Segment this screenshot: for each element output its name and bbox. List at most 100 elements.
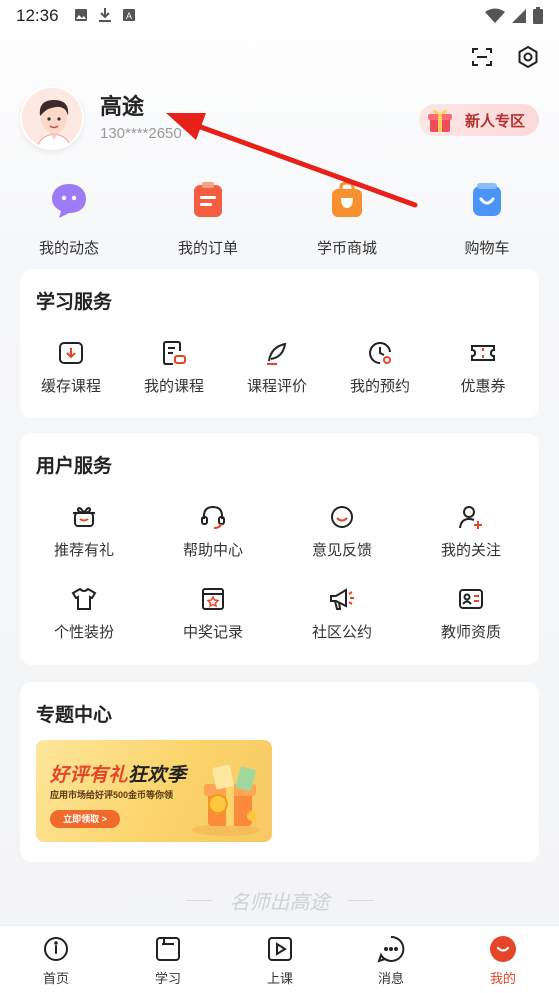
download-notification-icon xyxy=(99,8,111,22)
download-icon xyxy=(59,342,83,364)
grid-item-label: 优惠券 xyxy=(460,378,506,395)
grid-item-label: 教师资质 xyxy=(440,624,501,641)
grid-item-prize-records[interactable]: 中奖记录 xyxy=(165,585,261,642)
banner-subtitle: 应用市场给好评500金币等你领 xyxy=(50,790,174,800)
gift-icon xyxy=(73,507,95,527)
quick-actions: 我的动态 我的订单 学币商城 购物车 xyxy=(0,180,559,257)
wifi-icon xyxy=(485,8,505,23)
grid-item-feedback[interactable]: 意见反馈 xyxy=(294,503,390,560)
grid-item-dress-up[interactable]: 个性装扮 xyxy=(36,585,132,642)
grid-item-label: 我的预约 xyxy=(349,378,410,395)
newbie-zone-button[interactable]: 新人专区 xyxy=(419,104,539,136)
quick-item-label: 学币商城 xyxy=(316,240,377,257)
cart-icon xyxy=(473,183,501,216)
slogan-text: 名师出高途 xyxy=(229,889,330,914)
headset-icon xyxy=(201,505,225,529)
nav-tab-messages[interactable]: 消息 xyxy=(351,934,431,987)
shopping-bag-icon xyxy=(332,181,362,217)
feather-icon xyxy=(267,342,287,365)
svg-text:A: A xyxy=(126,11,132,21)
banner-claim-button[interactable]: 立即领取 > xyxy=(50,810,120,828)
grid-item-my-courses[interactable]: 我的课程 xyxy=(126,339,222,396)
slogan: 名师出高途 xyxy=(0,885,559,915)
signal-icon xyxy=(512,8,526,23)
scan-button[interactable] xyxy=(469,44,495,70)
grid-item-following[interactable]: 我的关注 xyxy=(423,503,519,560)
profile-icon xyxy=(490,936,516,962)
quick-item-cart[interactable]: 购物车 xyxy=(437,180,537,258)
course-icon xyxy=(163,341,186,365)
quick-item-my-feed[interactable]: 我的动态 xyxy=(19,180,119,258)
grid-item-community-rules[interactable]: 社区公约 xyxy=(294,585,390,642)
nav-label: 学习 xyxy=(154,971,181,986)
avatar[interactable] xyxy=(20,86,84,150)
nav-label: 上课 xyxy=(266,971,293,986)
smile-icon xyxy=(331,506,353,528)
home-icon xyxy=(44,937,68,961)
text-notification-icon: A xyxy=(123,9,135,21)
grid-item-course-review[interactable]: 课程评价 xyxy=(229,339,325,396)
grid-item-my-bookings[interactable]: 我的预约 xyxy=(332,339,428,396)
status-notification-icons: A xyxy=(74,7,136,23)
nav-tab-live-class[interactable]: 上课 xyxy=(240,934,320,987)
quick-item-label: 我的动态 xyxy=(38,240,99,257)
study-services-card: 学习服务 缓存课程 我的课程 课程评价 我的预约 优惠券 xyxy=(20,269,539,418)
award-icon xyxy=(202,588,224,610)
nav-tab-me[interactable]: 我的 xyxy=(463,934,543,987)
banner-title-dark: 狂欢季 xyxy=(128,765,187,786)
tshirt-icon xyxy=(71,587,97,610)
promo-banner[interactable]: 好评有礼狂欢季 应用市场给好评500金币等你领 立即领取 > xyxy=(36,740,272,842)
id-card-icon xyxy=(459,589,483,609)
grid-item-label: 帮助中心 xyxy=(182,542,243,559)
slogan-divider-left xyxy=(185,899,212,901)
megaphone-icon xyxy=(330,588,354,610)
coupon-icon xyxy=(471,345,495,361)
quick-item-my-orders[interactable]: 我的订单 xyxy=(158,180,258,258)
message-icon xyxy=(377,935,405,963)
gift-box-illustration xyxy=(192,764,260,836)
status-bar: 12:36 A xyxy=(0,0,559,32)
grid-item-label: 课程评价 xyxy=(246,378,307,395)
quick-item-coin-mall[interactable]: 学币商城 xyxy=(297,180,397,258)
battery-icon xyxy=(533,7,543,24)
quick-item-label: 我的订单 xyxy=(177,240,238,257)
top-actions xyxy=(469,44,541,70)
grid-item-label: 缓存课程 xyxy=(40,378,101,395)
nav-label: 我的 xyxy=(489,971,516,986)
avatar-image xyxy=(22,88,82,148)
settings-button[interactable] xyxy=(515,44,541,70)
grid-item-teacher-credentials[interactable]: 教师资质 xyxy=(423,585,519,642)
slogan-divider-right xyxy=(347,899,374,901)
grid-item-cached-courses[interactable]: 缓存课程 xyxy=(23,339,119,396)
section-title: 专题中心 xyxy=(36,705,113,726)
gear-icon xyxy=(518,45,538,69)
phone-number: 130****2650 xyxy=(100,125,182,142)
grid-item-coupons[interactable]: 优惠券 xyxy=(435,339,531,396)
clipboard-icon xyxy=(194,182,222,217)
nav-tab-home[interactable]: 首页 xyxy=(16,934,96,987)
user-services-card: 用户服务 推荐有礼 帮助中心 意见反馈 我的关注 个性装扮 中奖记录 社区公约 … xyxy=(20,433,539,665)
banner-title: 好评有礼狂欢季 xyxy=(50,760,187,787)
image-notification-icon xyxy=(75,9,87,21)
book-icon xyxy=(156,937,180,961)
grid-item-help-center[interactable]: 帮助中心 xyxy=(165,503,261,560)
grid-item-referral[interactable]: 推荐有礼 xyxy=(36,503,132,560)
topic-center-card: 专题中心 好评有礼狂欢季 应用市场给好评500金币等你领 立即领取 > xyxy=(20,682,539,862)
username[interactable]: 高途 xyxy=(100,89,144,121)
grid-item-label: 个性装扮 xyxy=(53,624,114,641)
clock-icon xyxy=(369,342,391,364)
nav-label: 消息 xyxy=(377,971,404,986)
play-icon xyxy=(268,937,292,961)
gift-box-icon xyxy=(428,109,452,132)
section-title: 用户服务 xyxy=(36,456,113,477)
quick-item-label: 购物车 xyxy=(464,240,510,257)
section-title: 学习服务 xyxy=(36,292,113,313)
nav-tab-study[interactable]: 学习 xyxy=(128,934,208,987)
grid-item-label: 推荐有礼 xyxy=(53,542,114,559)
banner-title-red: 好评有礼 xyxy=(50,765,129,786)
grid-item-label: 意见反馈 xyxy=(311,542,372,559)
grid-item-label: 中奖记录 xyxy=(182,624,243,641)
grid-item-label: 社区公约 xyxy=(311,624,372,641)
bottom-navigation: 首页 学习 上课 消息 我的 xyxy=(0,925,559,993)
grid-item-label: 我的关注 xyxy=(440,542,501,559)
